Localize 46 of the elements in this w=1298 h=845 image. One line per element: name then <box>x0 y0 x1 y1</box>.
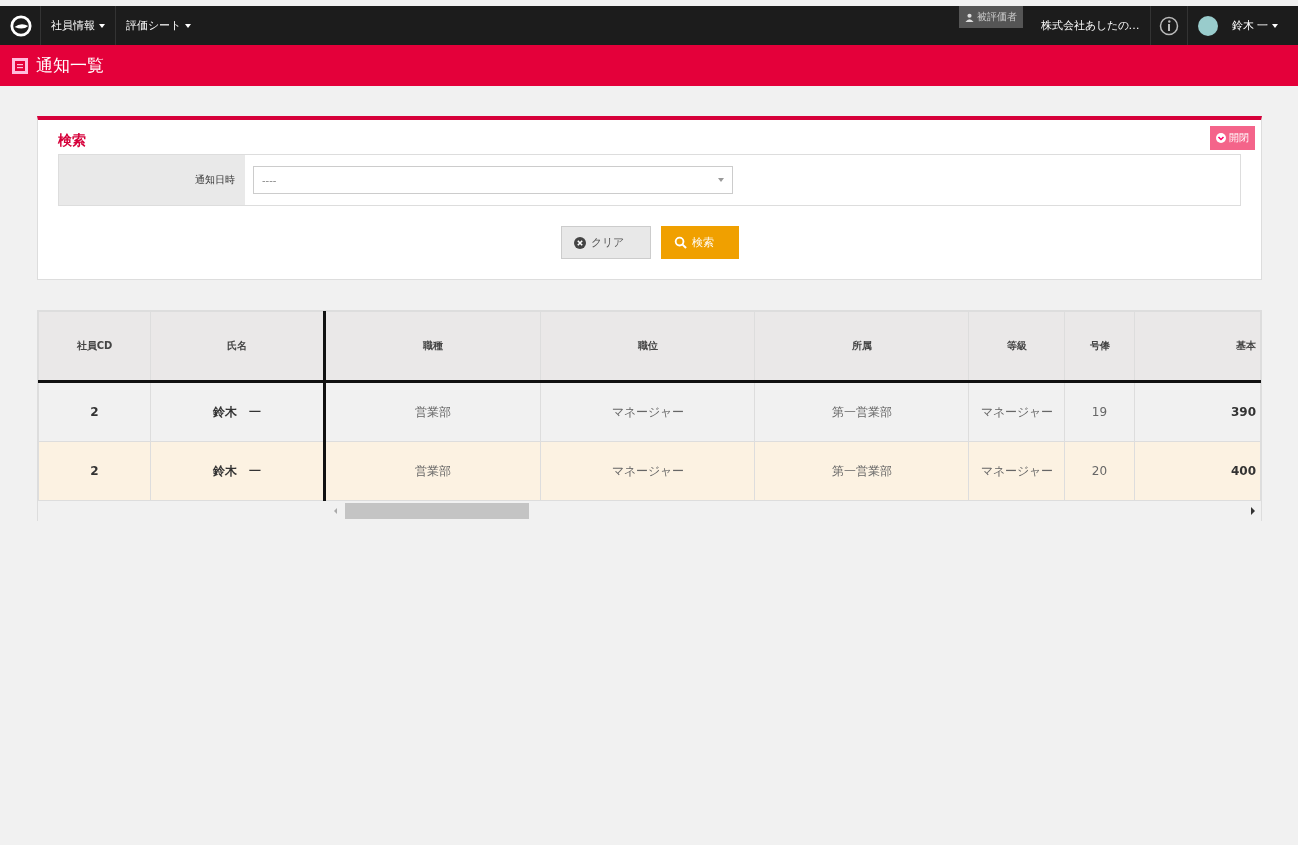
table-cell: 営業部 <box>324 441 541 501</box>
column-header: 号俸 <box>1064 311 1135 382</box>
table-cell: 20 <box>1064 441 1135 501</box>
column-header: 基本 <box>1134 311 1261 382</box>
close-icon <box>573 236 586 249</box>
table-cell: マネージャー <box>968 441 1065 501</box>
page-title: 通知一覧 <box>36 54 104 77</box>
column-header: 所属 <box>754 311 969 382</box>
table-row[interactable]: 2 鈴木 一 営業部 マネージャー 第一営業部 マネージャー 19 390 <box>38 381 1261 442</box>
table-cell: 鈴木 一 <box>150 381 325 442</box>
company-name: 株式会社あしたの… <box>1040 18 1140 33</box>
table-row[interactable]: 2 鈴木 一 営業部 マネージャー 第一営業部 マネージャー 20 400 <box>38 441 1261 501</box>
logo-icon[interactable] <box>10 14 32 37</box>
table-cell: 営業部 <box>324 381 541 442</box>
table-cell: マネージャー <box>968 381 1065 442</box>
person-icon <box>964 12 974 22</box>
chevron-icon <box>1216 133 1226 143</box>
date-select[interactable]: ---- <box>253 166 733 194</box>
table-cell: 第一営業部 <box>754 441 969 501</box>
role-badge: 被評価者 <box>958 6 1023 28</box>
column-header: 社員CD <box>38 311 151 382</box>
table-cell: 2 <box>38 381 151 442</box>
column-header: 職種 <box>324 311 541 382</box>
column-header: 等級 <box>968 311 1065 382</box>
avatar <box>1197 15 1218 36</box>
table-cell: 19 <box>1064 381 1135 442</box>
user-menu[interactable]: 鈴木 一 <box>1221 6 1298 45</box>
info-icon[interactable] <box>1158 15 1179 36</box>
table-cell: 鈴木 一 <box>150 441 325 501</box>
table-cell: マネージャー <box>540 381 755 442</box>
caret-icon <box>185 23 191 28</box>
table-cell: 第一営業部 <box>754 381 969 442</box>
table-cell: マネージャー <box>540 441 755 501</box>
table-cell: 2 <box>38 441 151 501</box>
caret-icon <box>1272 23 1278 28</box>
field-label: 通知日時 <box>59 155 245 205</box>
clear-button[interactable]: クリア <box>560 226 651 259</box>
table-cell: 400 <box>1134 441 1261 501</box>
panel-title: 検索 <box>58 132 86 150</box>
document-icon <box>12 57 28 74</box>
column-header: 氏名 <box>150 311 325 382</box>
caret-icon <box>718 178 724 182</box>
search-icon <box>673 236 687 249</box>
caret-icon <box>99 23 105 28</box>
column-header: 職位 <box>540 311 755 382</box>
table-cell: 390 <box>1134 381 1261 442</box>
